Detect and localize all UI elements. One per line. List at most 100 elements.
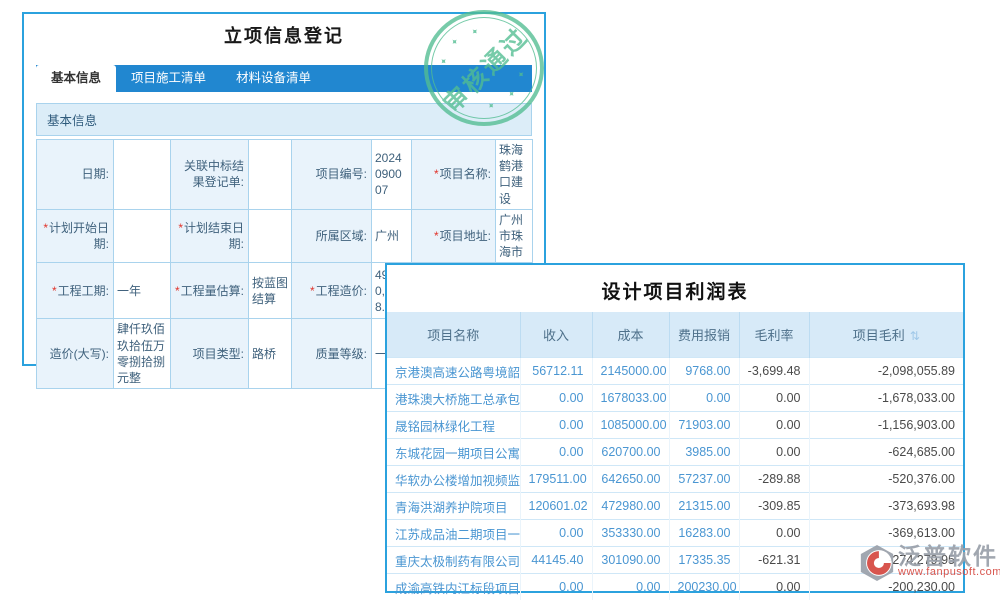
table-cell: 301090.00 xyxy=(592,547,669,574)
field-value[interactable]: 广州市珠海市 xyxy=(496,209,533,263)
table-row: 京港澳高速公路粤境韶关至56712.112145000.009768.00-3,… xyxy=(387,358,963,385)
logo-name: 泛普软件 xyxy=(898,544,1000,568)
table-cell: 200230.00 xyxy=(669,574,739,600)
table-cell: -373,693.98 xyxy=(809,493,963,520)
section-header: 基本信息 xyxy=(36,103,532,136)
required-asterisk: * xyxy=(178,221,183,235)
profit-table-title: 设计项目利润表 xyxy=(387,265,963,312)
table-cell: 642650.00 xyxy=(592,466,669,493)
table-cell: 9768.00 xyxy=(669,358,739,385)
field-label: 所属区域: xyxy=(292,209,372,263)
project-name-link[interactable]: 港珠澳大桥施工总承包项目 xyxy=(387,385,520,412)
field-value[interactable]: 肆仟玖佰玖拾伍万零捌拾捌元整 xyxy=(114,319,171,389)
field-value[interactable] xyxy=(114,140,171,210)
column-header-4[interactable]: 费用报销 xyxy=(669,312,739,358)
page-title: 立项信息登记 xyxy=(24,22,544,48)
required-asterisk: * xyxy=(434,167,439,181)
project-name-link[interactable]: 青海洪湖养护院项目 xyxy=(387,493,520,520)
required-asterisk: * xyxy=(434,229,439,243)
table-cell: 44145.40 xyxy=(520,547,592,574)
required-asterisk: * xyxy=(310,284,315,298)
project-name-link[interactable]: 华软办公楼增加视频监控项 xyxy=(387,466,520,493)
table-cell: -309.85 xyxy=(739,493,809,520)
table-row: 青海洪湖养护院项目120601.02472980.0021315.00-309.… xyxy=(387,493,963,520)
table-cell: 0.00 xyxy=(520,574,592,600)
table-cell: 0.00 xyxy=(739,412,809,439)
table-cell: 0.00 xyxy=(520,412,592,439)
form-row: 日期: 关联中标结果登记单: 项目编号:2024090007*项目名称:珠海鹤港口建… xyxy=(37,140,533,210)
column-header-2[interactable]: 收入 xyxy=(520,312,592,358)
required-asterisk: * xyxy=(52,284,57,298)
table-cell: 1085000.00 xyxy=(592,412,669,439)
field-value[interactable]: 路桥 xyxy=(249,319,292,389)
table-cell: -2,098,055.89 xyxy=(809,358,963,385)
column-header-1[interactable]: 项目名称 xyxy=(387,312,520,358)
table-cell: 2145000.00 xyxy=(592,358,669,385)
table-cell: 21315.00 xyxy=(669,493,739,520)
table-row: 东城花园一期项目公寓大堂0.00620700.003985.000.00-624… xyxy=(387,439,963,466)
column-header-3[interactable]: 成本 xyxy=(592,312,669,358)
project-name-link[interactable]: 东城花园一期项目公寓大堂 xyxy=(387,439,520,466)
table-cell: -1,678,033.00 xyxy=(809,385,963,412)
field-value[interactable]: 一年 xyxy=(114,263,171,319)
table-cell: 0.00 xyxy=(739,439,809,466)
logo-url: www.fanpusoft.com xyxy=(898,566,1000,578)
tab-2[interactable]: 项目施工清单 xyxy=(116,65,221,92)
table-cell: 56712.11 xyxy=(520,358,592,385)
field-label: *工程工期: xyxy=(37,263,114,319)
table-cell: -1,156,903.00 xyxy=(809,412,963,439)
field-value[interactable]: 珠海鹤港口建设 xyxy=(496,140,533,210)
field-value[interactable]: 广州 xyxy=(372,209,412,263)
project-name-link[interactable]: 京港澳高速公路粤境韶关至 xyxy=(387,358,520,385)
table-cell: 0.00 xyxy=(520,439,592,466)
table-cell: -520,376.00 xyxy=(809,466,963,493)
logo-hexagon-icon xyxy=(858,544,896,582)
field-value[interactable] xyxy=(249,140,292,210)
table-cell: -624,685.00 xyxy=(809,439,963,466)
column-header-6[interactable]: 项目毛利⇅ xyxy=(809,312,963,358)
form-row: *计划开始日期:*计划结束日期:所属区域:广州*项目地址:广州市珠海市 xyxy=(37,209,533,263)
table-cell: 0.00 xyxy=(520,385,592,412)
project-name-link[interactable]: 晟铭园林绿化工程 xyxy=(387,412,520,439)
profit-header-row: 项目名称收入成本费用报销毛利率项目毛利⇅ xyxy=(387,312,963,358)
table-cell: 17335.35 xyxy=(669,547,739,574)
field-label: *计划开始日期: xyxy=(37,209,114,263)
field-label: 质量等级: xyxy=(292,319,372,389)
field-label: *项目名称: xyxy=(412,140,496,210)
field-label: *计划结束日期: xyxy=(171,209,249,263)
table-cell: 16283.00 xyxy=(669,520,739,547)
field-label: 项目类型: xyxy=(171,319,249,389)
table-cell: 0.00 xyxy=(520,520,592,547)
table-cell: 3985.00 xyxy=(669,439,739,466)
table-cell: 472980.00 xyxy=(592,493,669,520)
table-cell: 0.00 xyxy=(669,385,739,412)
field-label: *工程造价: xyxy=(292,263,372,319)
vendor-logo: 泛普软件 www.fanpusoft.com xyxy=(858,544,1000,582)
table-cell: 0.00 xyxy=(592,574,669,600)
field-label: 项目编号: xyxy=(292,140,372,210)
table-cell: -621.31 xyxy=(739,547,809,574)
table-cell: 1678033.00 xyxy=(592,385,669,412)
sort-icon[interactable]: ⇅ xyxy=(910,329,920,343)
table-cell: 620700.00 xyxy=(592,439,669,466)
table-cell: -3,699.48 xyxy=(739,358,809,385)
column-header-5[interactable]: 毛利率 xyxy=(739,312,809,358)
table-cell: 0.00 xyxy=(739,520,809,547)
tab-bar: 基本信息项目施工清单材料设备清单 xyxy=(36,65,532,92)
tab-3[interactable]: 材料设备清单 xyxy=(221,65,326,92)
field-label: 日期: xyxy=(37,140,114,210)
table-row: 港珠澳大桥施工总承包项目0.001678033.000.000.00-1,678… xyxy=(387,385,963,412)
table-cell: 71903.00 xyxy=(669,412,739,439)
required-asterisk: * xyxy=(175,284,180,298)
tab-1[interactable]: 基本信息 xyxy=(36,65,116,92)
required-asterisk: * xyxy=(43,221,48,235)
field-label: 关联中标结果登记单: xyxy=(171,140,249,210)
project-name-link[interactable]: 重庆太极制药有限公司亳州 xyxy=(387,547,520,574)
project-name-link[interactable]: 成渝高铁内江标段项目 xyxy=(387,574,520,600)
field-value[interactable] xyxy=(249,209,292,263)
field-value[interactable]: 按蓝图结算 xyxy=(249,263,292,319)
project-name-link[interactable]: 江苏成品油二期项目一标段 xyxy=(387,520,520,547)
table-cell: -289.88 xyxy=(739,466,809,493)
field-value[interactable] xyxy=(114,209,171,263)
field-value[interactable]: 2024090007 xyxy=(372,140,412,210)
